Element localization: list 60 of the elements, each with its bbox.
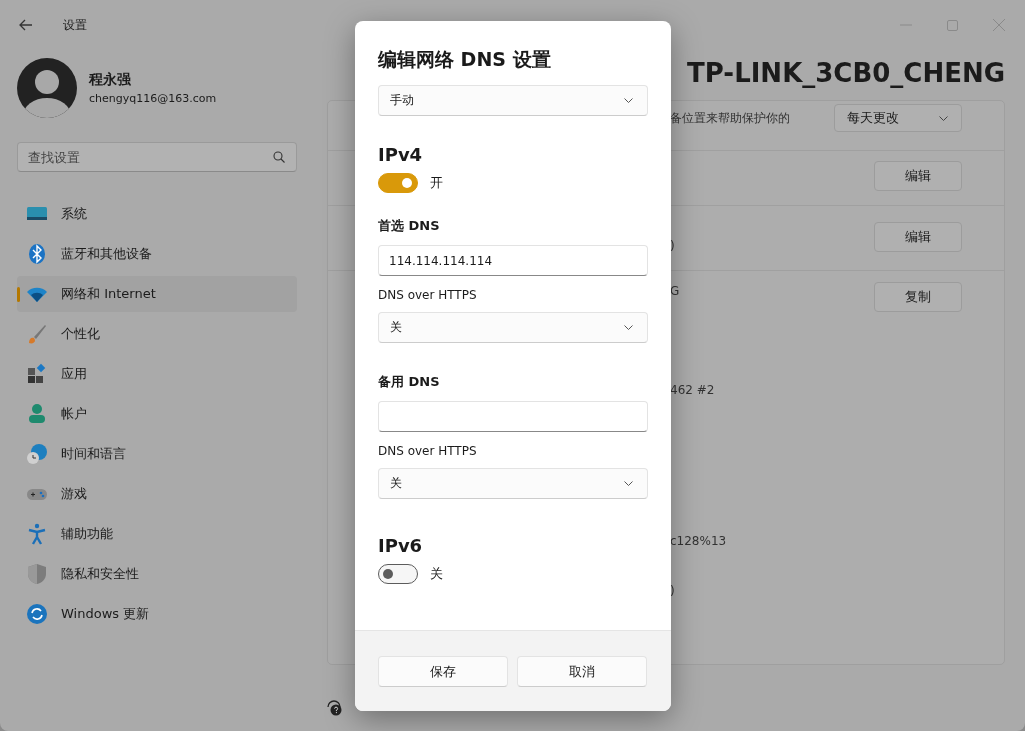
doh-dropdown[interactable]: 关 — [378, 312, 648, 343]
field-label: 备用 DNS — [378, 373, 441, 391]
brush-icon — [26, 323, 48, 345]
setting-text: ) — [670, 238, 675, 254]
sidebar-item[interactable]: 辅助功能 — [17, 516, 297, 552]
user-email: chengyq116@163.com — [89, 92, 217, 105]
edit-button[interactable]: 编辑 — [874, 222, 963, 252]
save-button[interactable]: 保存 — [378, 656, 508, 687]
accessibility-icon — [26, 523, 48, 545]
frequency-dropdown[interactable]: 每天更改 — [834, 104, 963, 132]
globe-clock-icon — [26, 443, 48, 465]
avatar — [17, 58, 77, 118]
setting-text: G — [670, 283, 680, 299]
sidebar-item[interactable]: 蓝牙和其他设备 — [17, 236, 297, 272]
user-name: 程永强 — [89, 71, 132, 89]
chevron-down-icon — [624, 481, 633, 486]
toggle-switch[interactable] — [378, 173, 418, 193]
sidebar-item[interactable]: 帐户 — [17, 396, 297, 432]
sidebar-item[interactable]: Windows 更新 — [17, 596, 297, 632]
section-heading: IPv4 — [378, 144, 424, 165]
alternate-dns-field[interactable] — [378, 401, 648, 432]
apps-icon — [26, 363, 48, 385]
field-label: DNS over HTTPS — [378, 288, 478, 302]
setting-text: 462 #2 — [670, 382, 715, 398]
sidebar-item[interactable]: 系统 — [17, 196, 297, 232]
sidebar-item[interactable]: 个性化 — [17, 316, 297, 352]
chevron-down-icon — [624, 98, 633, 103]
setting-text: 备位置来帮助保护你的 — [670, 110, 790, 126]
edit-button[interactable]: 编辑 — [874, 161, 963, 191]
sidebar-item[interactable]: 时间和语言 — [17, 436, 297, 472]
toggle-label: 开 — [430, 174, 443, 192]
back-arrow-icon[interactable] — [19, 19, 33, 31]
setting-text: ) — [670, 583, 675, 599]
person-icon — [26, 403, 48, 425]
sidebar-item[interactable]: 隐私和安全性 — [17, 556, 297, 592]
setting-text: c128%13 — [670, 533, 727, 549]
copy-button[interactable]: 复制 — [874, 282, 963, 312]
toggle-label: 关 — [430, 565, 443, 583]
window-title: 设置 — [63, 16, 87, 34]
sidebar-item[interactable]: 应用 — [17, 356, 297, 392]
toggle-switch[interactable] — [378, 564, 418, 584]
page-title: TP-LINK_3CB0_CHENG — [687, 58, 1006, 88]
cancel-button[interactable]: 取消 — [517, 656, 647, 687]
dialog-title: 编辑网络 DNS 设置 — [378, 47, 552, 72]
preferred-dns-field[interactable]: 114.114.114.114 — [378, 245, 648, 276]
bluetooth-icon — [26, 243, 48, 265]
chevron-down-icon — [939, 115, 949, 121]
section-heading: IPv6 — [378, 535, 424, 556]
doh-dropdown[interactable]: 关 — [378, 468, 648, 499]
sidebar-item[interactable]: 网络和 Internet — [17, 276, 297, 312]
help-icon[interactable] — [326, 699, 344, 717]
mode-dropdown[interactable]: 手动 — [378, 85, 648, 116]
field-label: DNS over HTTPS — [378, 444, 478, 458]
chevron-down-icon — [624, 325, 633, 330]
search-icon — [273, 151, 285, 163]
update-icon — [26, 603, 48, 625]
shield-icon — [26, 563, 48, 585]
sidebar-item[interactable]: 游戏 — [17, 476, 297, 512]
field-label: 首选 DNS — [378, 217, 441, 235]
search-field[interactable]: 查找设置 — [17, 142, 297, 172]
